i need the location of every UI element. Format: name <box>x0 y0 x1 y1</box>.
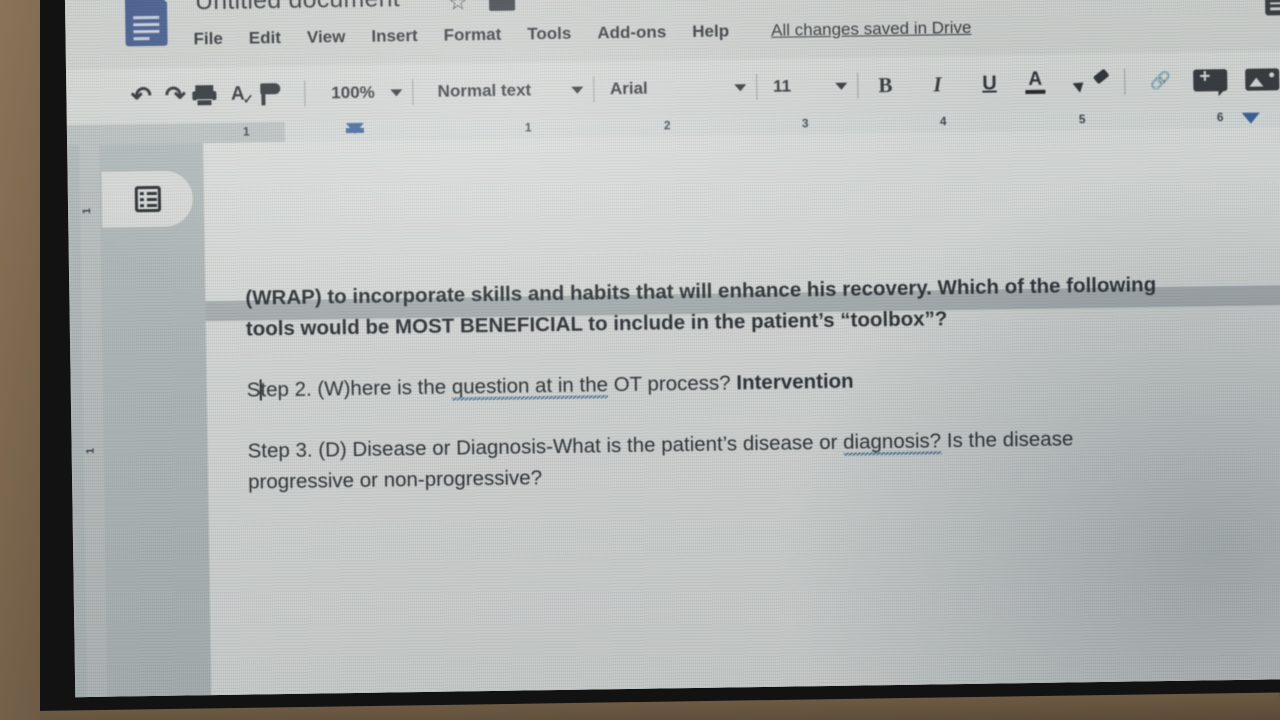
spelling-suggestion-underline[interactable]: diagnosis? <box>842 429 942 456</box>
google-docs-icon <box>125 0 168 46</box>
comment-history-icon[interactable] <box>1264 0 1280 16</box>
outline-list-icon <box>134 185 161 213</box>
ruler-number: 3 <box>801 116 809 131</box>
paragraph-style-select[interactable]: Normal text <box>437 80 584 102</box>
ruler-number: 1 <box>524 120 532 135</box>
p2-tail: OT process? <box>607 371 737 397</box>
paint-format-icon[interactable] <box>260 83 294 106</box>
bold-button[interactable] <box>868 68 903 103</box>
zoom-value: 100% <box>331 82 375 103</box>
ruler-number: 6 <box>1216 110 1224 125</box>
insert-image-icon[interactable] <box>1245 68 1280 91</box>
menu-item-help[interactable]: Help <box>692 21 729 42</box>
chevron-down-icon <box>390 88 403 96</box>
wall-background-left <box>0 0 40 720</box>
chevron-down-icon <box>734 83 747 91</box>
undo-icon[interactable] <box>124 79 159 114</box>
save-status-link[interactable]: All changes saved in Drive <box>771 18 972 41</box>
right-indent-marker[interactable] <box>1241 112 1260 124</box>
highlight-color-icon[interactable] <box>1074 71 1108 94</box>
menu-item-view[interactable]: View <box>307 27 346 48</box>
ruler-number: 5 <box>1078 112 1086 127</box>
font-size-select[interactable]: 11 <box>773 76 848 97</box>
toolbar-divider-1 <box>304 80 306 107</box>
toolbar-divider-4 <box>755 74 758 101</box>
grammar-suggestion-underline[interactable]: question at in the <box>451 373 609 401</box>
zoom-select[interactable]: 100% <box>331 82 403 103</box>
p2-bold-tail: Intervention <box>736 369 854 395</box>
move-to-folder-icon[interactable] <box>489 0 515 11</box>
ruler-number: 1 <box>242 124 250 139</box>
ruler-number: 2 <box>663 118 671 133</box>
toolbar-divider-3 <box>592 76 595 103</box>
show-document-outline[interactable] <box>101 169 195 229</box>
ruler-number: 4 <box>939 114 947 129</box>
paragraph-3[interactable]: Step 3. (D) Disease or Diagnosis-What is… <box>247 422 1160 498</box>
toolbar-divider-2 <box>412 79 414 106</box>
document-text-area[interactable]: (WRAP) to incorporate skills and habits … <box>245 269 1161 528</box>
text-color-icon[interactable] <box>1022 70 1056 97</box>
toolbar-divider-6 <box>1124 68 1126 95</box>
menu-item-tools[interactable]: Tools <box>527 24 571 45</box>
monitor-screen: Untitled document ☆ File Edit View Inser… <box>64 0 1280 698</box>
redo-icon[interactable] <box>158 78 193 113</box>
insert-link-icon[interactable] <box>1143 64 1178 99</box>
font-size-value: 11 <box>772 76 792 96</box>
vertical-ruler-number: 1 <box>84 447 97 455</box>
star-icon[interactable]: ☆ <box>448 0 470 15</box>
font-family-select[interactable]: Arial <box>610 77 747 99</box>
underline-button[interactable] <box>972 66 1007 101</box>
p3-lead: Step 3. (D) Disease or Diagnosis-What is… <box>247 430 844 463</box>
menu-item-format[interactable]: Format <box>444 25 502 46</box>
chevron-down-icon <box>570 86 584 94</box>
paragraph-2[interactable]: Step 2. (W)here is the question at in th… <box>247 361 1159 406</box>
add-comment-icon[interactable] <box>1193 69 1228 92</box>
document-canvas[interactable]: 1 1 (WRAP) to incorporate skills and hab… <box>67 125 1280 698</box>
chevron-down-icon <box>835 82 848 90</box>
left-indent-marker[interactable] <box>345 122 364 135</box>
document-title[interactable]: Untitled document <box>195 0 400 16</box>
vertical-ruler-number: 1 <box>81 207 94 215</box>
paragraph-style-value: Normal text <box>437 80 532 101</box>
toolbar-divider-5 <box>857 72 859 99</box>
paragraph-1[interactable]: (WRAP) to incorporate skills and habits … <box>245 269 1158 345</box>
font-family-value: Arial <box>609 78 648 99</box>
print-icon[interactable] <box>192 85 226 107</box>
photo-of-monitor-scene: Untitled document ☆ File Edit View Inser… <box>0 0 1280 720</box>
menu-item-add-ons[interactable]: Add-ons <box>597 22 666 43</box>
menu-item-edit[interactable]: Edit <box>249 28 281 48</box>
italic-button[interactable] <box>920 67 955 102</box>
monitor-bezel: Untitled document ☆ File Edit View Inser… <box>22 0 1280 716</box>
menu-bar: File Edit View Insert Format Tools Add-o… <box>193 18 971 50</box>
google-docs-ui: Untitled document ☆ File Edit View Inser… <box>64 0 1280 698</box>
p2-after-caret: tep 2. (W)here is the <box>260 375 453 402</box>
menu-item-insert[interactable]: Insert <box>371 26 418 47</box>
spellcheck-icon[interactable] <box>226 77 261 112</box>
menu-item-file[interactable]: File <box>193 29 223 49</box>
